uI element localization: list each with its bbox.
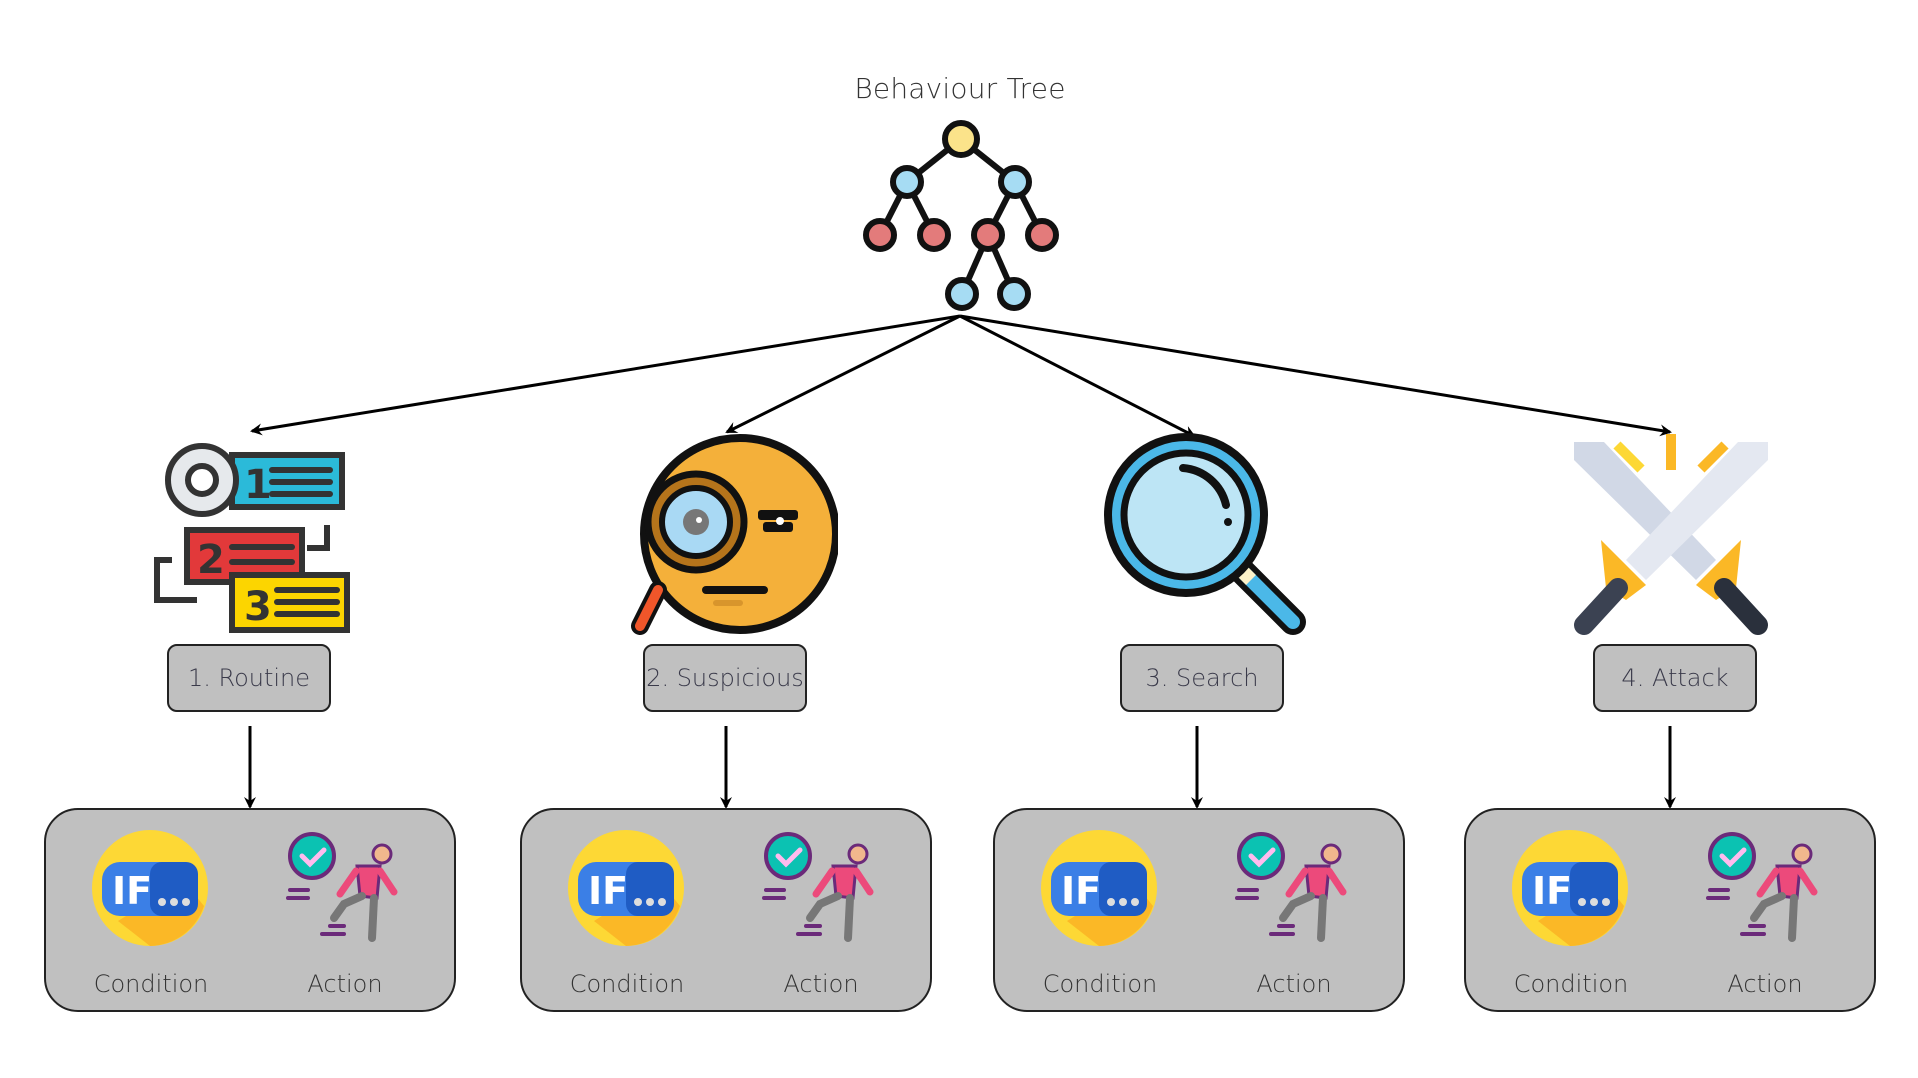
state-column-attack: 4. Attack IF Condition Action [1436,0,1912,1078]
action-node[interactable]: Action [1209,810,1379,1010]
condition-node[interactable]: IF Condition [1015,810,1185,1010]
running-person-icon [1235,832,1347,942]
action-node[interactable]: Action [260,810,430,1010]
running-person-icon [762,832,874,942]
condition-node[interactable]: IF Condition [542,810,712,1010]
action-node[interactable]: Action [1680,810,1850,1010]
if-condition-icon: IF [568,830,684,946]
svg-text:3: 3 [244,584,272,630]
if-condition-icon: IF [1041,830,1157,946]
magnifying-glass-icon [1104,433,1306,635]
condition-node[interactable]: IF Condition [66,810,236,1010]
state-column-search: 3. Search IF Condition Action [961,0,1437,1078]
action-label: Action [1256,970,1332,998]
routine-list-gear-icon: 1 2 3 [154,443,350,633]
state-column-routine: 1 2 3 1. Routine IF Condition Action [12,0,488,1078]
leaf-group-routine[interactable]: IF Condition Action [44,808,456,1012]
action-node[interactable]: Action [736,810,906,1010]
condition-label: Condition [93,970,209,998]
leaf-group-search[interactable]: IF Condition Action [993,808,1405,1012]
svg-text:2: 2 [197,537,225,583]
svg-text:IF: IF [588,869,628,913]
if-condition-icon: IF [1512,830,1628,946]
svg-text:IF: IF [112,869,152,913]
condition-node[interactable]: IF Condition [1486,810,1656,1010]
svg-text:IF: IF [1061,869,1101,913]
action-label: Action [307,970,383,998]
state-node-attack[interactable]: 4. Attack [1593,644,1757,712]
action-label: Action [783,970,859,998]
svg-text:IF: IF [1532,869,1572,913]
state-node-search[interactable]: 3. Search [1120,644,1284,712]
state-node-suspicious[interactable]: 2. Suspicious [643,644,807,712]
state-node-routine[interactable]: 1. Routine [167,644,331,712]
crossed-swords-icon [1574,434,1768,635]
running-person-icon [286,832,398,942]
condition-label: Condition [569,970,685,998]
svg-text:1: 1 [244,462,272,508]
running-person-icon [1706,832,1818,942]
condition-label: Condition [1042,970,1158,998]
state-column-suspicious: 2. Suspicious IF Condition Action [488,0,964,1078]
if-condition-icon: IF [92,830,208,946]
action-label: Action [1727,970,1803,998]
condition-label: Condition [1513,970,1629,998]
leaf-group-suspicious[interactable]: IF Condition Action [520,808,932,1012]
leaf-group-attack[interactable]: IF Condition Action [1464,808,1876,1012]
suspicious-face-magnifier-icon [631,434,838,635]
